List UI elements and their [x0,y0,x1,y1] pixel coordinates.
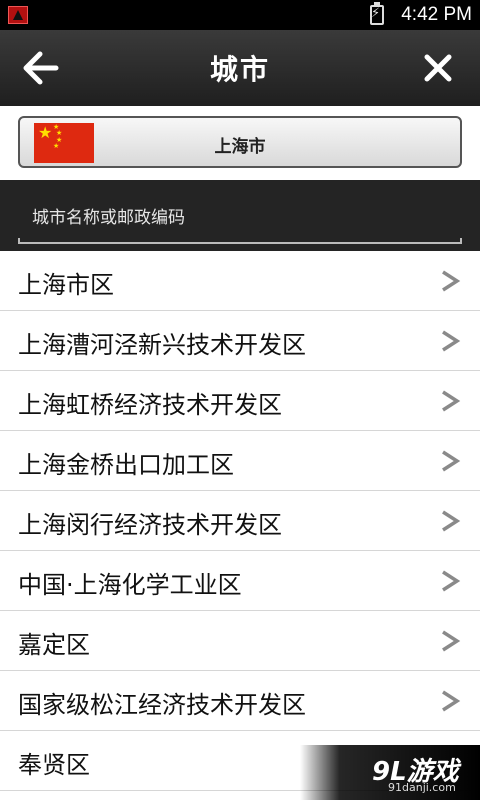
app-notification-icon [8,6,28,24]
close-button[interactable] [418,48,458,88]
chevron-right-icon [442,570,461,592]
search-underline [18,238,462,244]
list-item[interactable]: 国家级松江经济技术开发区 [0,671,480,731]
city-list: 上海市区 上海漕河泾新兴技术开发区 上海虹桥经济技术开发区 上海金桥出口加工区 … [0,251,480,791]
list-item-label: 嘉定区 [18,631,90,659]
list-item-label: 奉贤区 [18,751,90,779]
list-item-label: 上海金桥出口加工区 [18,451,234,479]
list-item-label: 国家级松江经济技术开发区 [18,691,306,719]
list-item-label: 上海市区 [18,271,114,299]
close-icon [424,54,452,82]
country-name: 上海市 [214,137,266,157]
list-item-label: 中国·上海化学工业区 [18,571,242,599]
chevron-right-icon [442,270,461,292]
list-item[interactable]: 上海虹桥经济技术开发区 [0,371,480,431]
list-item[interactable]: 中国·上海化学工业区 [0,551,480,611]
list-item[interactable]: 嘉定区 [0,611,480,671]
title-bar: 城市 [0,30,480,106]
list-item-label: 上海漕河泾新兴技术开发区 [18,331,306,359]
chevron-right-icon [442,390,461,412]
chevron-right-icon [442,690,461,712]
status-bar: 4:42 PM [0,0,480,30]
city-search-input[interactable] [18,198,462,238]
china-flag-icon: ★ ★ ★ ★ ★ [34,123,94,163]
country-selector-area: ★ ★ ★ ★ ★ 上海市 [0,106,480,180]
list-item[interactable]: 上海漕河泾新兴技术开发区 [0,311,480,371]
list-item[interactable]: 上海闵行经济技术开发区 [0,491,480,551]
list-item[interactable]: 上海金桥出口加工区 [0,431,480,491]
status-time: 4:42 PM [401,4,472,25]
chevron-right-icon [442,510,461,532]
chevron-right-icon [442,330,461,352]
search-area [0,180,480,252]
page-title: 城市 [209,53,270,86]
chevron-right-icon [442,630,461,652]
list-item-label: 上海闵行经济技术开发区 [18,511,282,539]
chevron-right-icon [442,450,461,472]
list-item-label: 上海虹桥经济技术开发区 [18,391,282,419]
watermark: 9L游戏 91danji.com [300,745,480,800]
country-select-button[interactable]: ★ ★ ★ ★ ★ 上海市 [18,116,462,168]
watermark-url: 91danji.com [388,781,456,794]
list-item[interactable]: 上海市区 [0,251,480,311]
battery-charging-icon [370,2,384,25]
